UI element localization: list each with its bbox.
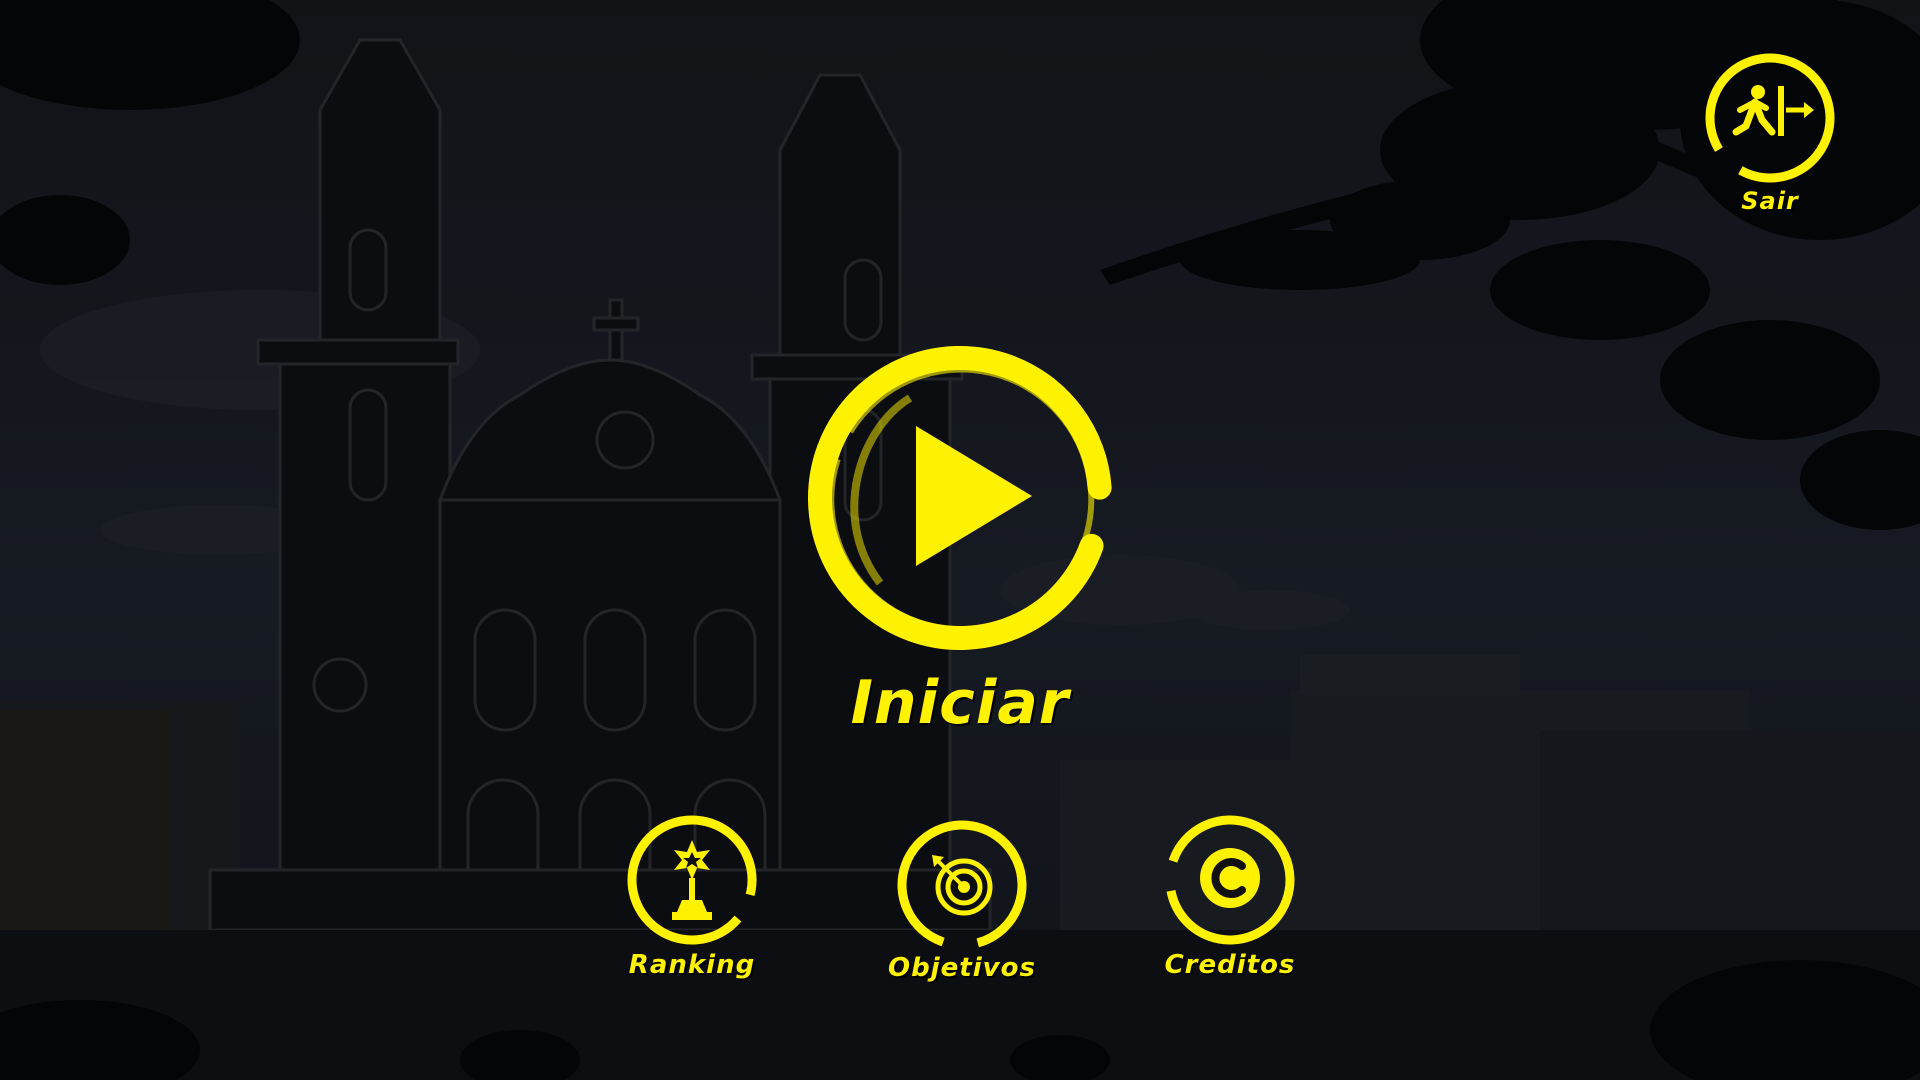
ranking-label[interactable]: Ranking xyxy=(572,950,812,980)
main-menu-screen: Iniciar Ranking Objetivos Creditos Sair xyxy=(0,0,1920,1080)
sair-button[interactable] xyxy=(1700,48,1840,188)
creditos-button[interactable] xyxy=(1160,810,1300,950)
copyright-icon xyxy=(1200,848,1260,908)
objetivos-label[interactable]: Objetivos xyxy=(842,953,1082,983)
ranking-button[interactable] xyxy=(622,810,762,950)
exit-running-man-icon xyxy=(1732,85,1814,136)
objetivos-button[interactable] xyxy=(892,815,1032,955)
play-label[interactable]: Iniciar xyxy=(800,668,1120,738)
play-button[interactable] xyxy=(800,338,1120,658)
creditos-label[interactable]: Creditos xyxy=(1110,950,1350,980)
sair-label[interactable]: Sair xyxy=(1650,187,1890,215)
play-icon xyxy=(916,426,1032,566)
trophy-icon xyxy=(672,840,712,920)
target-icon xyxy=(932,855,993,916)
